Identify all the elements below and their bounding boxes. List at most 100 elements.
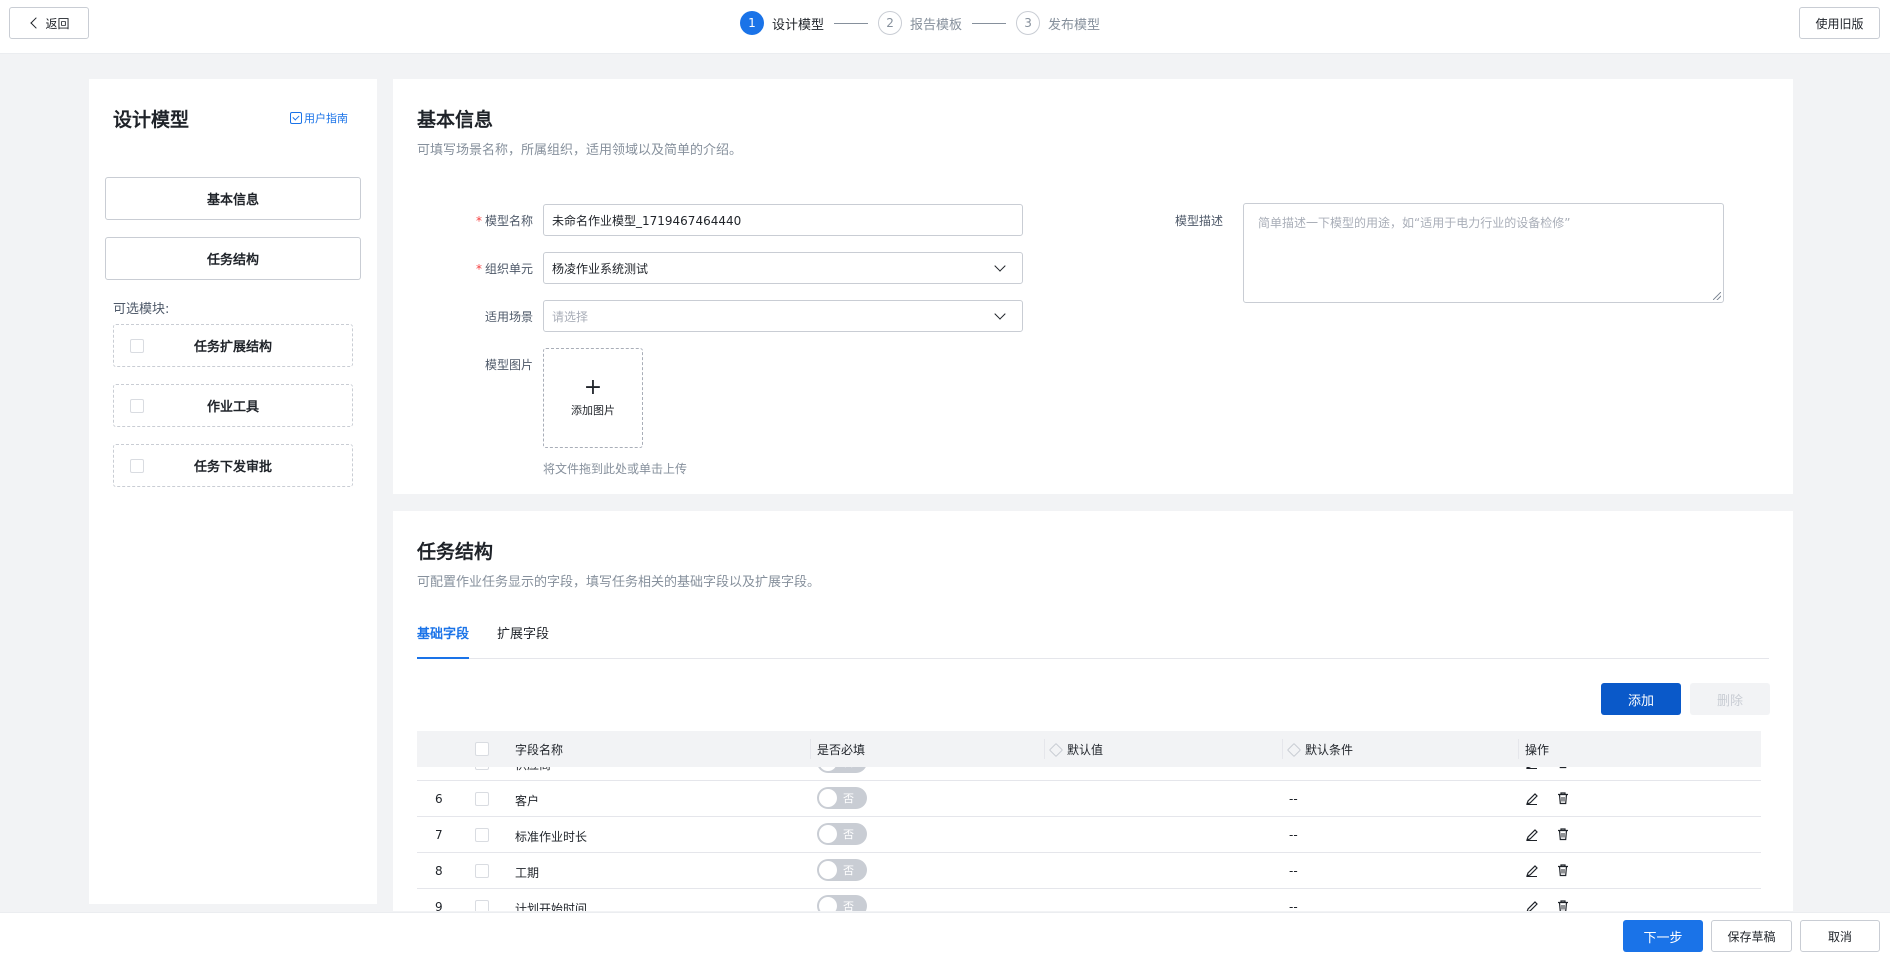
- scene-label: 适用场景: [484, 310, 533, 324]
- col-actions: 操作: [1525, 743, 1550, 757]
- save-draft-button[interactable]: 保存草稿: [1711, 920, 1792, 952]
- plus-icon: +: [583, 375, 603, 400]
- table-row: 6 客户 否 --: [417, 781, 1761, 817]
- step-label: 报告模板: [910, 17, 963, 33]
- model-name-input[interactable]: 未命名作业模型_1719467464440: [543, 204, 1023, 236]
- footer-bar: 下一步 保存草稿 取消: [0, 912, 1890, 957]
- edit-hint-icon: [1286, 742, 1302, 757]
- user-guide-label: 用户指南: [304, 112, 348, 125]
- next-step-button[interactable]: 下一步: [1623, 920, 1703, 952]
- org-unit-label: * 组织单元: [475, 262, 533, 276]
- module-checkbox[interactable]: [130, 339, 144, 353]
- optional-module-task-extension[interactable]: 任务扩展结构: [113, 324, 353, 367]
- default-condition: --: [1289, 900, 1298, 911]
- edit-icon[interactable]: [1525, 792, 1539, 806]
- optional-modules-label: 可选模块:: [113, 302, 170, 317]
- step-label: 设计模型: [772, 17, 825, 33]
- row-checkbox[interactable]: [475, 864, 489, 878]
- org-unit-select[interactable]: 杨凌作业系统测试: [543, 252, 1023, 284]
- row-checkbox[interactable]: [475, 792, 489, 806]
- chevron-down-icon: [994, 308, 1006, 320]
- resize-handle[interactable]: [1713, 292, 1721, 300]
- use-old-version-button[interactable]: 使用旧版: [1799, 7, 1880, 39]
- org-unit-value: 杨凌作业系统测试: [552, 261, 649, 276]
- step-connector: [972, 22, 1007, 24]
- add-button[interactable]: 添加: [1601, 683, 1681, 715]
- column-divider: [810, 739, 811, 759]
- row-checkbox[interactable]: [475, 900, 489, 911]
- tab-basic-fields[interactable]: 基础字段: [417, 623, 470, 659]
- scene-placeholder: 请选择: [552, 309, 589, 324]
- field-tabs: 基础字段 扩展字段: [417, 623, 1769, 659]
- col-default-value: 默认值: [1048, 741, 1103, 758]
- col-field-name: 字段名称: [515, 743, 564, 757]
- back-button[interactable]: 返回: [9, 7, 89, 39]
- left-panel: 设计模型 用户指南 基本信息 任务结构 可选模块: 任务扩展结构 作业工具 任务…: [89, 79, 377, 904]
- required-switch[interactable]: 否: [817, 895, 867, 911]
- default-condition: --: [1289, 792, 1298, 806]
- module-checkbox[interactable]: [130, 459, 144, 473]
- select-all-checkbox[interactable]: [475, 742, 489, 756]
- model-desc-textarea[interactable]: 简单描述一下模型的用途，如“适用于电力行业的设备检修”: [1243, 203, 1724, 303]
- row-index: 7: [435, 828, 443, 842]
- section-subtitle: 可配置作业任务显示的字段，填写任务相关的基础字段以及扩展字段。: [417, 575, 821, 590]
- optional-module-task-approval[interactable]: 任务下发审批: [113, 444, 353, 487]
- optional-module-work-tools[interactable]: 作业工具: [113, 384, 353, 427]
- model-desc-label: 模型描述: [1174, 214, 1223, 228]
- table-row: 7 标准作业时长 否 --: [417, 817, 1761, 853]
- table-row: 8 工期 否 --: [417, 853, 1761, 889]
- tab-extension-fields[interactable]: 扩展字段: [497, 623, 549, 659]
- edit-icon[interactable]: [1525, 864, 1539, 878]
- trash-icon[interactable]: [1556, 863, 1570, 877]
- required-switch[interactable]: 否: [817, 787, 867, 809]
- optional-module-label: 作业工具: [206, 400, 259, 415]
- edit-icon[interactable]: [1525, 900, 1539, 911]
- field-name: 计划开始时间: [515, 902, 588, 911]
- required-switch[interactable]: 否: [817, 859, 867, 881]
- module-basic-info[interactable]: 基本信息: [105, 177, 361, 220]
- column-divider: [1282, 739, 1283, 759]
- trash-icon[interactable]: [1556, 791, 1570, 805]
- cancel-button[interactable]: 取消: [1800, 920, 1880, 952]
- row-checkbox[interactable]: [475, 828, 489, 842]
- section-title: 任务结构: [417, 541, 494, 563]
- step-report-template: 2 报告模板: [878, 11, 962, 35]
- required-switch[interactable]: 否: [817, 823, 867, 845]
- required-mark: *: [475, 214, 482, 228]
- fields-table: 字段名称 是否必填 默认值 默认条件 操作 5供应商否6客户否--7标准作业时长…: [417, 731, 1769, 911]
- delete-button[interactable]: 删除: [1690, 683, 1770, 715]
- step-design-model: 1 设计模型: [740, 11, 824, 35]
- step-number: 1: [740, 11, 764, 35]
- scene-select[interactable]: 请选择: [543, 300, 1023, 332]
- switch-label: 否: [843, 792, 854, 805]
- trash-icon[interactable]: [1556, 827, 1570, 841]
- optional-module-label: 任务扩展结构: [193, 340, 272, 355]
- image-upload-area[interactable]: + 添加图片: [543, 348, 643, 448]
- module-task-structure[interactable]: 任务结构: [105, 237, 361, 280]
- model-name-value: 未命名作业模型_1719467464440: [552, 213, 742, 228]
- trash-icon[interactable]: [1556, 899, 1570, 911]
- field-name: 客户: [515, 794, 540, 808]
- row-index: 6: [435, 792, 443, 806]
- default-condition: --: [1289, 864, 1298, 878]
- module-checkbox[interactable]: [130, 399, 144, 413]
- task-structure-card: 任务结构 可配置作业任务显示的字段，填写任务相关的基础字段以及扩展字段。 基础字…: [393, 511, 1793, 911]
- user-guide-link[interactable]: 用户指南: [290, 110, 348, 126]
- switch-knob: [819, 789, 837, 807]
- model-image-label: 模型图片: [484, 358, 533, 372]
- switch-label: 否: [843, 828, 854, 841]
- column-divider: [1518, 739, 1519, 759]
- row-index: 8: [435, 864, 443, 878]
- edit-icon[interactable]: [1525, 828, 1539, 842]
- switch-label: 否: [843, 864, 854, 877]
- upload-label: 添加图片: [571, 404, 615, 417]
- switch-knob: [819, 897, 837, 911]
- basic-info-card: 基本信息 可填写场景名称，所属组织，适用领域以及简单的介绍。 * 模型名称 未命名…: [393, 79, 1793, 494]
- row-index: 9: [435, 900, 443, 911]
- table-header: 字段名称 是否必填 默认值 默认条件 操作: [417, 731, 1761, 767]
- field-name: 标准作业时长: [515, 830, 588, 844]
- back-button-label: 返回: [45, 16, 70, 31]
- step-number: 3: [1016, 11, 1041, 35]
- step-connector: [834, 22, 869, 24]
- optional-module-label: 任务下发审批: [193, 460, 272, 475]
